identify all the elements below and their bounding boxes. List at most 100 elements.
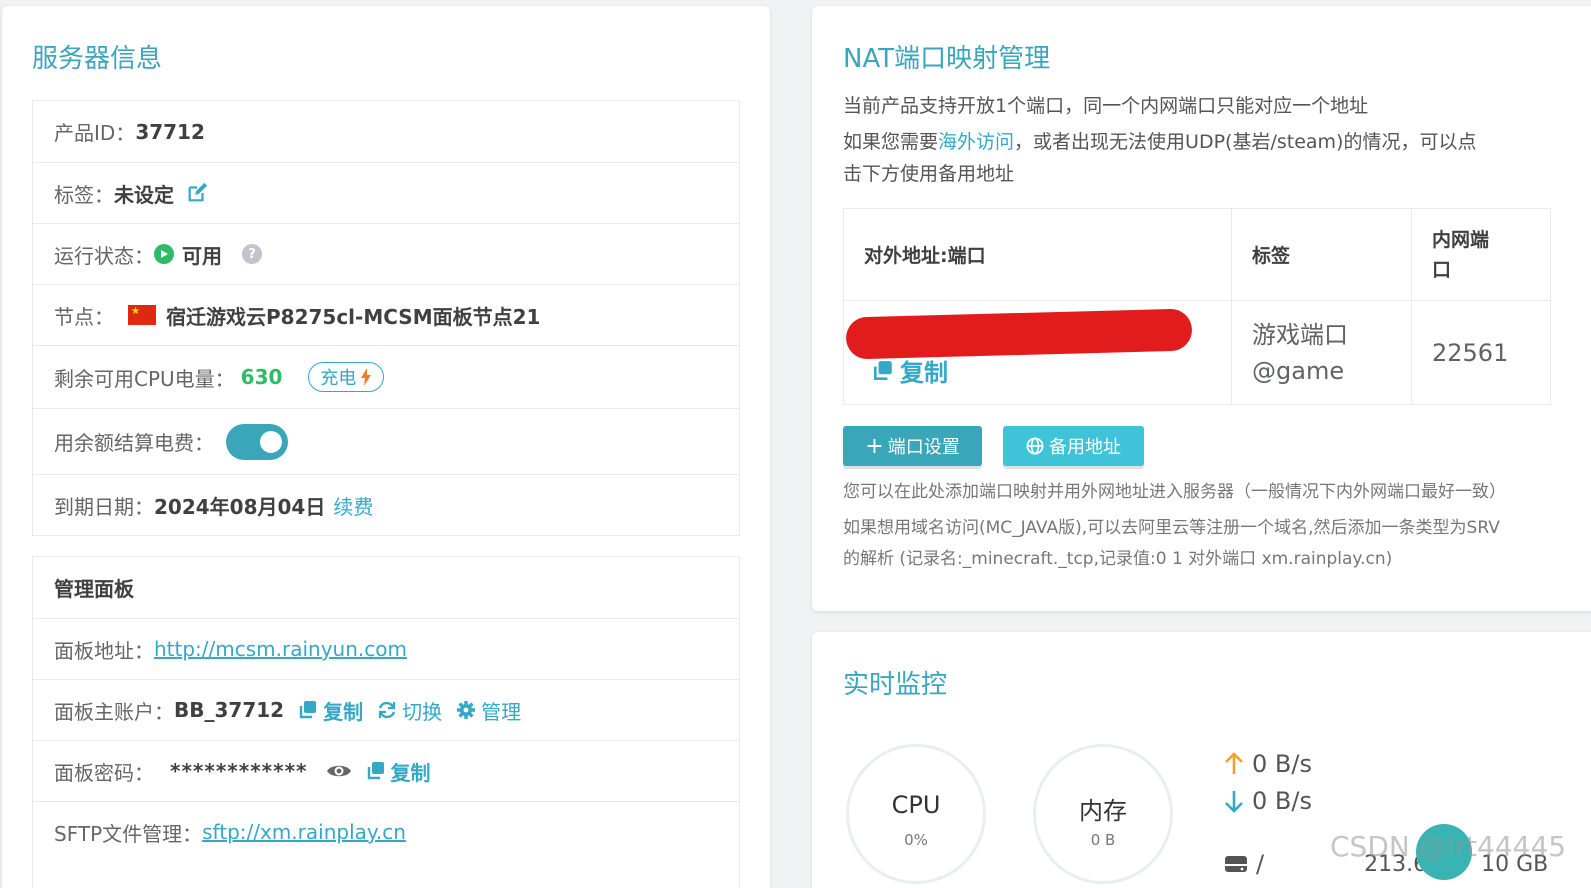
arrow-down-icon <box>1225 791 1243 813</box>
status-row: 运行状态： 可用 ? <box>33 223 739 284</box>
copy-icon <box>299 701 317 719</box>
row-tag-line2: @game <box>1252 356 1345 385</box>
china-flag-icon <box>128 305 156 325</box>
account-switch-button[interactable]: 切换 <box>377 696 442 725</box>
nat-table: 对外地址:端口 标签 内网端 口 复制 游戏端口 @game 22561 <box>843 208 1551 405</box>
product-id-value: 37712 <box>135 119 205 144</box>
nat-desc-line1: 当前产品支持开放1个端口，同一个内网端口只能对应一个地址 <box>843 95 1369 117</box>
table-row: 复制 游戏端口 @game 22561 <box>843 300 1551 405</box>
upload-speed: 0 B/s <box>1224 750 1312 778</box>
balance-label: 用余额结算电费： <box>54 431 214 455</box>
panel-address-link[interactable]: http://mcsm.rainyun.com <box>154 637 407 661</box>
panel-title: 管理面板 <box>54 577 134 601</box>
panel-password-row: 面板密码： ************ 复制 <box>33 740 739 801</box>
col-tag: 标签 <box>1231 208 1412 301</box>
nat-desc-line2: 如果您需要海外访问，或者出现无法使用UDP(基岩/steam)的情况，可以点 <box>843 126 1476 158</box>
account-manage-label: 管理 <box>481 699 522 724</box>
cpu-power-value: 630 <box>240 365 283 389</box>
refresh-icon <box>378 701 396 719</box>
balance-toggle[interactable] <box>226 423 288 460</box>
sftp-link[interactable]: sftp://xm.rainplay.cn <box>202 820 406 844</box>
upload-speed-value: 0 B/s <box>1252 750 1312 778</box>
renew-link[interactable]: 续费 <box>333 491 373 520</box>
cpu-gauge-label: CPU <box>891 791 941 819</box>
node-value: 宿迁游戏云P8275cl-MCSM面板节点21 <box>166 304 541 329</box>
node-row: 节点： 宿迁游戏云P8275cl-MCSM面板节点21 <box>33 284 739 345</box>
account-switch-label: 切换 <box>402 699 443 724</box>
col-inner-line1: 内网端 <box>1432 228 1490 251</box>
edit-icon[interactable] <box>186 182 208 204</box>
status-value: 可用 <box>182 243 222 268</box>
panel-password-label: 面板密码： <box>54 760 154 785</box>
play-icon <box>154 244 174 264</box>
expire-value: 2024年08月04日 <box>154 494 326 519</box>
cpu-power-label: 剩余可用CPU电量： <box>54 366 235 391</box>
nat-note2: 如果想用域名访问(MC_JAVA版),可以去阿里云等注册一个域名,然后添加一条类… <box>843 518 1500 538</box>
nat-table-header: 对外地址:端口 标签 内网端 口 <box>843 208 1551 301</box>
col-addr: 对外地址:端口 <box>843 208 1232 301</box>
backup-address-button[interactable]: 备用地址 <box>1003 426 1144 466</box>
cpu-gauge-value: 0% <box>904 831 928 849</box>
server-info-card: 服务器信息 产品ID： 37712 标签： 未设定 运行状态： 可用 ? 节点：… <box>2 6 770 888</box>
panel-account-value: BB_37712 <box>174 698 285 722</box>
charge-label: 充电 <box>320 368 357 389</box>
node-label: 节点： <box>54 304 114 329</box>
product-id-label: 产品ID： <box>54 121 136 145</box>
charge-button[interactable]: 充电 <box>308 362 385 392</box>
col-inner: 内网端 口 <box>1411 208 1551 301</box>
expire-label: 到期日期： <box>54 494 154 519</box>
panel-account-label: 面板主账户： <box>54 699 174 724</box>
account-copy-label: 复制 <box>323 699 364 724</box>
addr-copy-button[interactable]: 复制 <box>872 353 948 388</box>
plus-icon: + <box>865 433 884 459</box>
watermark: CSDN @lrt44445 <box>1330 830 1567 863</box>
monitor-title: 实时监控 <box>843 670 948 700</box>
panel-list: 管理面板 面板地址： http://mcsm.rainyun.com 面板主账户… <box>32 556 740 888</box>
server-info-list: 产品ID： 37712 标签： 未设定 运行状态： 可用 ? 节点： 宿迁游戏云… <box>32 100 740 536</box>
col-inner-line2: 口 <box>1432 258 1452 281</box>
eye-icon[interactable] <box>326 762 352 780</box>
panel-header-row: 管理面板 <box>33 557 739 618</box>
nat-note3: 的解析 (记录名:_minecraft._tcp,记录值:0 1 对外端口 xm… <box>843 549 1393 569</box>
nat-desc-line2-post: ，或者出现无法使用UDP(基岩/steam)的情况，可以点 <box>1014 131 1477 153</box>
balance-row: 用余额结算电费： <box>33 408 739 474</box>
tag-value: 未设定 <box>114 182 174 207</box>
server-info-title: 服务器信息 <box>32 44 163 74</box>
nat-note1: 您可以在此处添加端口映射并用外网地址进入服务器（一般情况下内外网端口最好一致） <box>843 482 1506 502</box>
help-icon[interactable]: ? <box>242 244 262 264</box>
memory-gauge: 内存 0 B <box>1033 744 1173 884</box>
globe-icon <box>1026 437 1044 455</box>
password-copy-button[interactable]: 复制 <box>366 757 431 786</box>
download-speed-value: 0 B/s <box>1252 787 1312 815</box>
password-copy-label: 复制 <box>390 760 431 785</box>
panel-password-value: ************ <box>170 759 308 783</box>
sftp-row: SFTP文件管理： sftp://xm.rainplay.cn <box>33 801 739 862</box>
inner-port-cell: 22561 <box>1411 300 1551 405</box>
tag-row: 标签： 未设定 <box>33 162 739 223</box>
memory-gauge-value: 0 B <box>1090 831 1116 849</box>
sftp-label: SFTP文件管理： <box>54 821 203 846</box>
port-settings-button[interactable]: + 端口设置 <box>843 426 982 466</box>
arrow-up-icon <box>1225 752 1243 774</box>
nat-title: NAT端口映射管理 <box>843 44 1051 74</box>
tag-cell: 游戏端口 @game <box>1231 300 1412 405</box>
download-speed: 0 B/s <box>1224 787 1312 815</box>
cpu-power-row: 剩余可用CPU电量： 630 充电 <box>33 345 739 408</box>
account-manage-button[interactable]: 管理 <box>456 696 521 725</box>
disk-sep: / <box>1256 850 1265 878</box>
overseas-access-link[interactable]: 海外访问 <box>938 131 1014 153</box>
account-copy-button[interactable]: 复制 <box>298 696 363 725</box>
addr-cell: 复制 <box>843 300 1232 405</box>
row-tag-line1: 游戏端口 <box>1252 320 1348 349</box>
status-label: 运行状态： <box>54 243 154 268</box>
toggle-knob <box>260 430 282 453</box>
tag-label: 标签： <box>54 182 114 207</box>
lightning-icon <box>361 368 372 386</box>
gear-icon <box>457 701 476 719</box>
product-id-row: 产品ID： 37712 <box>33 101 739 162</box>
copy-icon <box>873 360 892 380</box>
cpu-gauge: CPU 0% <box>846 744 986 884</box>
addr-copy-label: 复制 <box>900 359 948 387</box>
nat-card: NAT端口映射管理 当前产品支持开放1个端口，同一个内网端口只能对应一个地址 如… <box>812 6 1591 611</box>
nat-desc-line2-pre: 如果您需要 <box>843 131 939 153</box>
